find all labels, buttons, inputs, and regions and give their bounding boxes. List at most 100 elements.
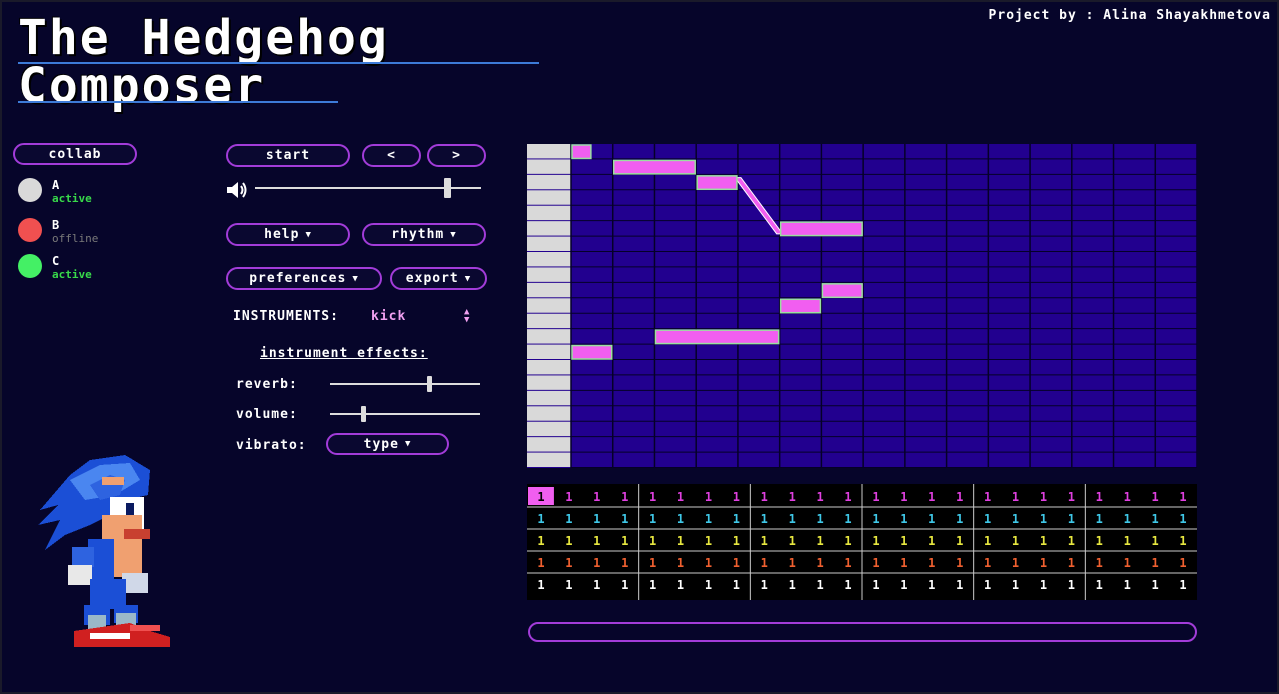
beat-cell[interactable]: 1 [677, 512, 684, 526]
beat-cell[interactable]: 1 [1124, 578, 1131, 592]
start-button[interactable]: start [226, 144, 350, 167]
beat-cell[interactable]: 1 [928, 534, 935, 548]
beat-cell[interactable]: 1 [1040, 490, 1047, 504]
piano-key[interactable] [527, 298, 571, 313]
piano-key[interactable] [527, 144, 571, 159]
beat-cell[interactable]: 1 [649, 512, 656, 526]
beat-cell[interactable]: 1 [1179, 512, 1186, 526]
note-block[interactable] [612, 159, 696, 175]
user-c[interactable]: C active [18, 254, 92, 282]
beat-cell[interactable]: 1 [593, 534, 600, 548]
note-block[interactable] [779, 298, 822, 314]
beat-cell[interactable]: 1 [984, 490, 991, 504]
beat-cell[interactable]: 1 [761, 578, 768, 592]
beat-cell[interactable]: 1 [1179, 578, 1186, 592]
beat-cell[interactable]: 1 [705, 556, 712, 570]
beat-cell[interactable]: 1 [733, 512, 740, 526]
beat-cell[interactable]: 1 [649, 556, 656, 570]
note-block[interactable] [654, 329, 780, 345]
instrument-select-value[interactable]: kick [371, 309, 406, 324]
beat-cell[interactable]: 1 [928, 556, 935, 570]
beat-cell[interactable]: 1 [1124, 556, 1131, 570]
beat-cell[interactable]: 1 [872, 534, 879, 548]
beat-cell[interactable]: 1 [1096, 578, 1103, 592]
beat-cell[interactable]: 1 [537, 556, 544, 570]
beat-cell[interactable]: 1 [677, 578, 684, 592]
piano-key[interactable] [527, 252, 571, 267]
beat-cell[interactable]: 1 [789, 578, 796, 592]
beat-cell[interactable]: 1 [705, 490, 712, 504]
next-button[interactable]: > [427, 144, 486, 167]
beat-cell[interactable]: 1 [956, 512, 963, 526]
piano-key[interactable] [527, 344, 571, 359]
beat-cell[interactable]: 1 [844, 512, 851, 526]
prev-button[interactable]: < [362, 144, 421, 167]
beat-cell[interactable]: 1 [1040, 556, 1047, 570]
rhythm-dropdown[interactable]: rhythm ▼ [362, 223, 486, 246]
beat-cell[interactable]: 1 [677, 556, 684, 570]
beat-cell[interactable]: 1 [1068, 534, 1075, 548]
beat-cell[interactable]: 1 [1152, 534, 1159, 548]
beat-cell[interactable]: 1 [593, 490, 600, 504]
beat-cell[interactable]: 1 [677, 490, 684, 504]
master-volume-knob[interactable] [443, 178, 451, 198]
beat-cell[interactable]: 1 [1152, 556, 1159, 570]
piano-key[interactable] [527, 437, 571, 452]
beat-cell[interactable]: 1 [1096, 512, 1103, 526]
beat-cell[interactable]: 1 [1179, 534, 1186, 548]
piano-key[interactable] [527, 406, 571, 421]
user-a[interactable]: A active [18, 178, 92, 206]
collab-button[interactable]: collab [13, 143, 137, 165]
beat-cell[interactable]: 1 [984, 556, 991, 570]
note-block[interactable] [571, 344, 613, 360]
beat-cell[interactable]: 1 [844, 556, 851, 570]
beat-cell[interactable]: 1 [593, 556, 600, 570]
beat-cell[interactable]: 1 [1068, 556, 1075, 570]
beat-cell[interactable]: 1 [984, 578, 991, 592]
beat-cell[interactable]: 1 [1040, 578, 1047, 592]
beat-cell[interactable]: 1 [900, 490, 907, 504]
beat-cell[interactable]: 1 [649, 534, 656, 548]
beat-cell[interactable]: 1 [900, 512, 907, 526]
beat-cell[interactable]: 1 [1152, 512, 1159, 526]
beat-cell[interactable]: 1 [761, 512, 768, 526]
piano-key[interactable] [527, 360, 571, 375]
beat-cell[interactable]: 1 [705, 534, 712, 548]
piano-key[interactable] [527, 375, 571, 390]
master-volume-slider[interactable] [255, 178, 481, 198]
volume-knob[interactable] [360, 406, 366, 422]
piano-key[interactable] [527, 452, 571, 467]
beat-cell[interactable]: 1 [649, 490, 656, 504]
playback-progress-bar[interactable] [528, 622, 1197, 642]
beat-cell[interactable]: 1 [817, 578, 824, 592]
beat-cell[interactable]: 1 [537, 534, 544, 548]
beat-cell[interactable]: 1 [1040, 534, 1047, 548]
beat-cell[interactable]: 1 [817, 512, 824, 526]
beat-cell[interactable]: 1 [621, 556, 628, 570]
stepper-arrows-icon[interactable]: ▲ ▼ [464, 308, 469, 325]
piano-key[interactable] [527, 267, 571, 282]
beat-cell[interactable]: 1 [1012, 578, 1019, 592]
beat-cell[interactable]: 1 [1012, 534, 1019, 548]
help-dropdown[interactable]: help ▼ [226, 223, 350, 246]
beat-cell[interactable]: 1 [956, 534, 963, 548]
beat-cell[interactable]: 1 [537, 578, 544, 592]
beat-cell[interactable]: 1 [565, 534, 572, 548]
beat-cell[interactable]: 1 [956, 556, 963, 570]
note-block[interactable] [779, 221, 863, 237]
beat-cell[interactable]: 1 [677, 534, 684, 548]
beat-cell[interactable]: 1 [789, 490, 796, 504]
preferences-dropdown[interactable]: preferences ▼ [226, 267, 382, 290]
beat-cell[interactable]: 1 [1124, 512, 1131, 526]
beat-cell-current[interactable]: 1 [537, 490, 544, 504]
reverb-slider[interactable] [330, 376, 480, 392]
beat-cell[interactable]: 1 [761, 490, 768, 504]
beat-cell[interactable]: 1 [733, 490, 740, 504]
beat-cell[interactable]: 1 [1152, 578, 1159, 592]
beat-cell[interactable]: 1 [1124, 534, 1131, 548]
beat-cell[interactable]: 1 [1152, 490, 1159, 504]
beat-cell[interactable]: 1 [705, 578, 712, 592]
beat-cell[interactable]: 1 [733, 556, 740, 570]
beat-cell[interactable]: 1 [789, 534, 796, 548]
beat-cell[interactable]: 1 [844, 578, 851, 592]
